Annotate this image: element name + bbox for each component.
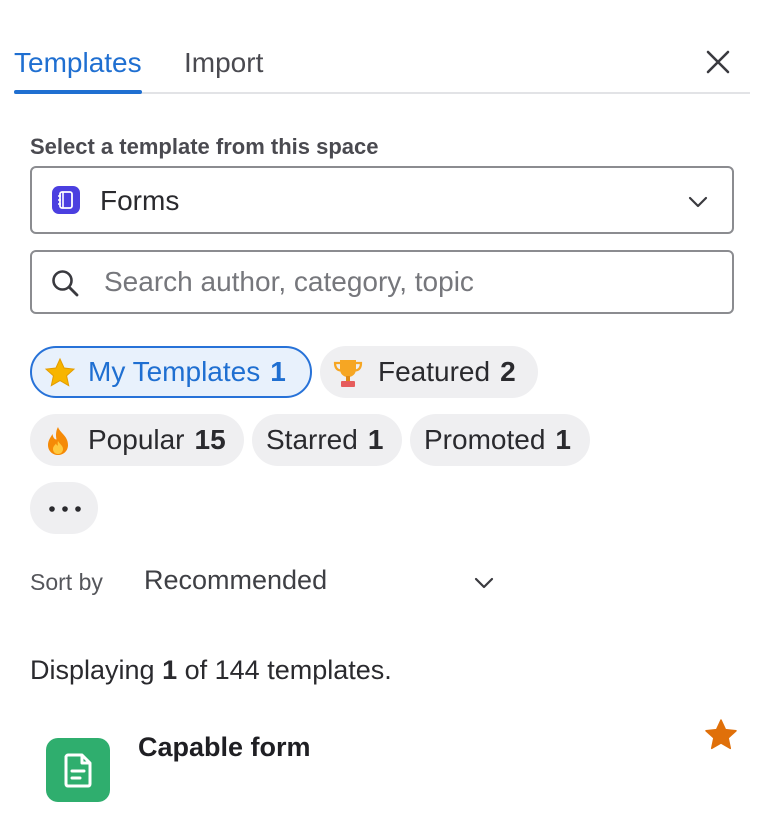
space-select-label: Select a template from this space	[30, 134, 379, 159]
results-shown-count: 1	[162, 655, 178, 685]
tab-bar: Templates Import	[14, 40, 750, 94]
filter-chip-label: Featured	[378, 356, 491, 387]
tab-import[interactable]: Import	[184, 46, 263, 80]
form-document-icon	[46, 738, 110, 802]
chevron-down-icon	[474, 577, 494, 589]
space-select-value: Forms	[100, 185, 180, 216]
results-prefix: Displaying	[30, 655, 155, 685]
star-icon	[44, 357, 76, 387]
filter-chip-label: Starred	[266, 424, 358, 455]
filter-chip-count: 1	[555, 424, 571, 455]
filter-chip-starred[interactable]: Starred 1	[252, 414, 402, 466]
close-button[interactable]	[700, 44, 736, 80]
sort-label: Sort by	[30, 569, 103, 595]
filter-chip-promoted[interactable]: Promoted 1	[410, 414, 590, 466]
search-icon	[52, 270, 79, 297]
close-icon	[706, 50, 730, 74]
forms-space-icon	[52, 186, 80, 214]
more-horizontal-icon	[49, 506, 81, 512]
filter-chip-my-templates[interactable]: My Templates 1	[30, 346, 312, 398]
tab-templates[interactable]: Templates	[14, 46, 142, 94]
search-input[interactable]	[104, 262, 714, 302]
more-filters-button[interactable]	[30, 482, 98, 534]
search-field[interactable]	[30, 250, 734, 314]
filter-chip-featured[interactable]: Featured 2	[320, 346, 538, 398]
sort-select[interactable]: Recommended	[144, 562, 500, 602]
filter-chip-popular[interactable]: Popular 15	[30, 414, 244, 466]
sort-value: Recommended	[144, 565, 328, 595]
star-icon[interactable]	[704, 718, 738, 752]
filter-chip-label: Popular	[88, 424, 185, 455]
template-title: Capable form	[138, 732, 311, 762]
trophy-icon	[333, 360, 363, 387]
fire-icon	[48, 427, 68, 455]
filter-chip-label: Promoted	[424, 424, 546, 455]
chevron-down-icon	[688, 196, 708, 208]
template-item[interactable]: Capable form	[30, 718, 746, 820]
space-select[interactable]: Forms	[30, 166, 734, 234]
filter-chip-count: 15	[194, 424, 226, 455]
filter-chip-count: 1	[367, 424, 384, 455]
filter-chip-label: My Templates	[88, 356, 261, 387]
filter-chip-count: 1	[270, 356, 286, 387]
filter-chip-count: 2	[500, 356, 516, 387]
results-total: of 144 templates.	[184, 655, 392, 685]
results-summary: Displaying 1 of 144 templates.	[30, 655, 392, 686]
